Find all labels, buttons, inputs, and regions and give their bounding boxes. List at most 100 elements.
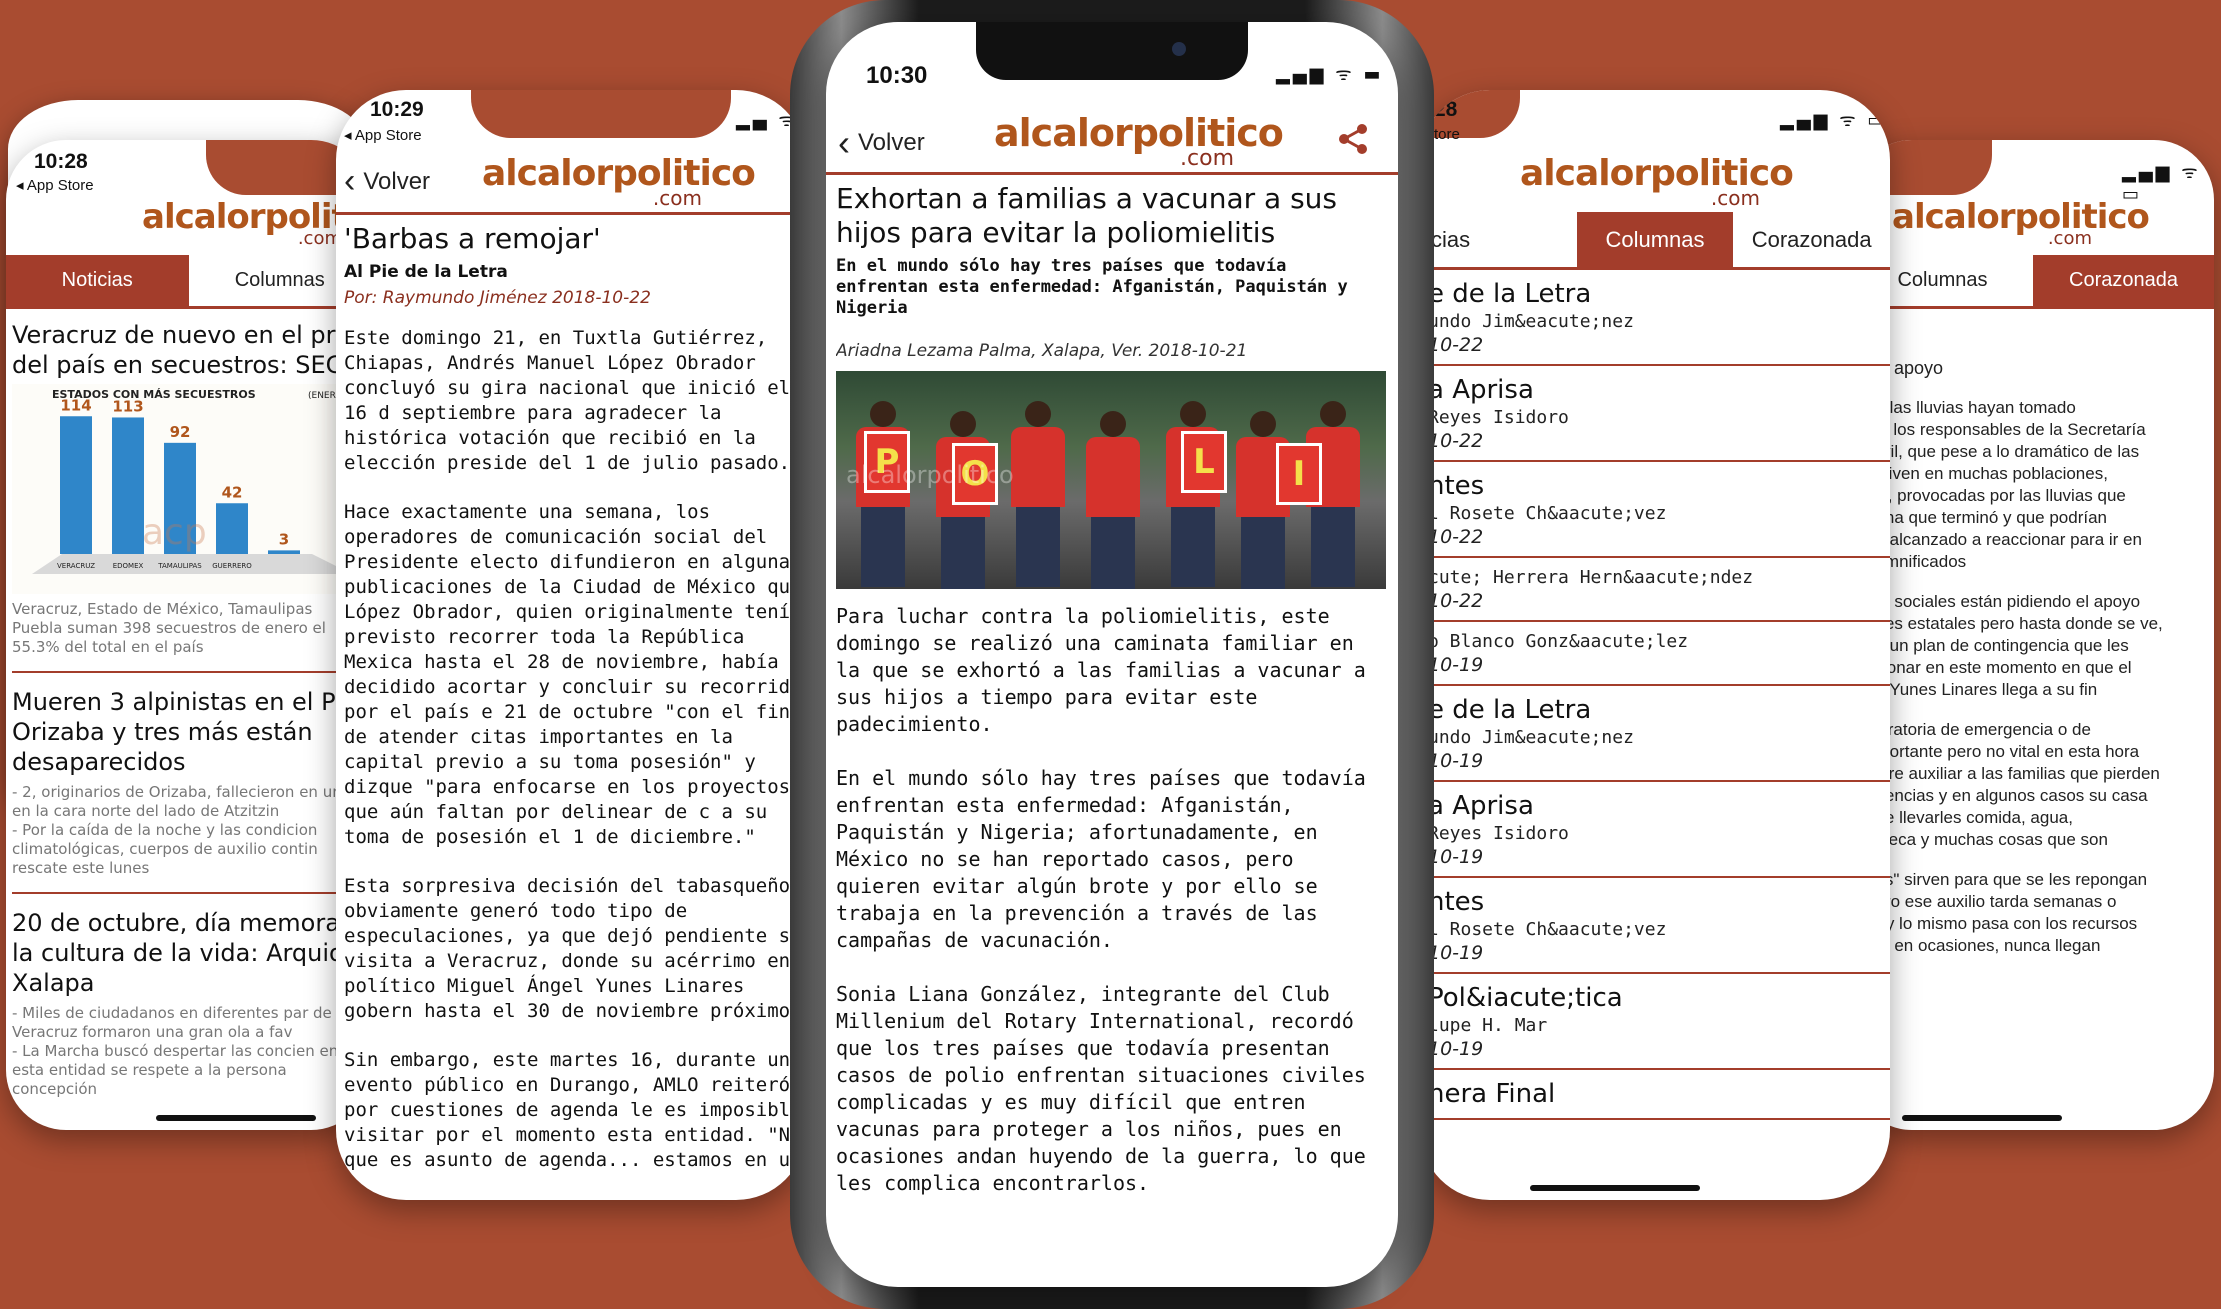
header-divider [826,172,1398,175]
status-time: 10:30 [866,62,928,89]
share-icon[interactable] [1336,122,1370,156]
column-title: a Aprisa [1428,375,1534,405]
news-desc: - 2, originarios de Orizaba, fallecieron… [12,783,342,877]
paragraph: En el mundo sólo hay tres países que tod… [836,766,1366,952]
phone-3-screen: 10:30 ▂▄▆ ᯤ ▬ ‹ Volver alcalorpolitico .… [826,22,1398,1287]
divider [12,671,342,673]
notch [976,22,1248,80]
column-row[interactable]: cute; Herrera Hern&aacute;ndez 10-22 [1428,558,1890,622]
phone-5-screen: ▂▄▆ ᯤ ▭ alcalorpolitico .com Columnas Co… [1852,140,2214,1130]
phone-2-screen: 10:29 ◂ App Store ▂▄ ᯤ ‹ Volver alcalorp… [336,90,806,1200]
paragraph: Este domingo 21, en Tuxtla Gutiérrez, Ch… [344,327,791,474]
chart-category-label: EDOMEX [113,562,144,570]
column-article: 21 sin apoyo ue las lluvias hayan tomado… [1866,320,2206,1110]
news-list: Veracruz de nuevo en el pri del país en … [12,320,342,1110]
home-indicator [1530,1185,1700,1191]
news-title[interactable]: Veracruz de nuevo en el pri del país en … [12,320,342,380]
article-byline: Por: Raymundo Jiménez 2018-10-22 [344,288,651,308]
back-button[interactable]: ‹ Volver [838,122,925,164]
paragraph: Esta sorpresiva decisión del tabasqueño … [344,875,806,1022]
chart-category-label: GUERRERO [212,562,252,570]
status-icons: ▂▄▆ ᯤ ▬ [1276,64,1384,85]
column-date: 10-19 [1428,750,1484,772]
tab-columnas[interactable]: Columnas [1576,212,1734,270]
tab-noticias[interactable]: ticias [1420,212,1577,270]
tab-corazonada[interactable]: Corazonada [1733,212,1890,270]
photo-person [1166,401,1220,589]
chart-category-label: TAMAULIPAS [157,562,202,570]
app-logo: alcalorpolitico .com [142,197,371,249]
column-title: ntes [1428,887,1485,917]
column-author: undo Jim&eacute;nez [1428,311,1634,332]
paragraph: Hace exactamente una semana, los operado… [344,501,802,848]
header-divider [336,212,806,215]
column-title: e de la Letra [1428,695,1592,725]
chart-bar [268,550,300,554]
column-title: ntes [1428,471,1485,501]
back-to-app-store[interactable]: ◂ App Store [16,176,94,194]
status-icons: ▂▄ ᯤ [736,110,798,131]
column-author: Reyes Isidoro [1428,823,1569,844]
chart-bar [112,417,144,554]
tab-corazonada[interactable]: Corazonada [2033,255,2214,309]
chart-data-label: 113 [112,397,143,415]
photo-sign: L [1181,431,1227,493]
news-title[interactable]: Mueren 3 alpinistas en el Pi Orizaba y t… [12,687,342,777]
column-date: 10-19 [1428,846,1484,868]
paragraph: ue las lluvias hayan tomado y a los resp… [1866,398,2146,571]
column-date: 10-19 [1428,942,1484,964]
paragraph: Sin embargo, este martes 16, durante un … [344,1049,806,1171]
status-time: 10:29 [370,98,424,121]
chevron-left-icon: ‹ [838,122,850,163]
column-row[interactable]: e de la Letra undo Jim&eacute;nez 10-19 [1428,686,1890,782]
camera-icon [1172,42,1186,56]
photo-sign: I [1276,443,1322,505]
back-label: Volver [363,167,431,195]
paragraph: claratoria de emergencia o de mportante … [1866,720,2160,849]
column-title: hera Final [1428,1079,1556,1109]
status-time: 10:28 [34,150,88,173]
kidnapping-chart: ESTADOS CON MÁS SECUESTROS (ENER 114VERA… [12,384,342,594]
column-title: e de la Letra [1428,279,1592,309]
phone-4-screen: 28 tore ▂▄▆ ᯤ ▭ alcalorpolitico .com tic… [1420,90,1890,1200]
column-date: 10-22 [1428,590,1484,612]
back-to-app-store[interactable]: ◂ App Store [344,126,422,144]
columns-list: e de la Letra undo Jim&eacute;nez 10-22 a A… [1428,270,1890,1170]
article-title: 'Barbas a remojar' [344,222,601,255]
back-button[interactable]: ‹ Volver [344,162,430,201]
column-author: l Rosete Ch&aacute;vez [1428,919,1667,940]
column-row[interactable]: Pol&iacute;tica lupe H. Mar 10-19 [1428,974,1890,1070]
column-author: Reyes Isidoro [1428,407,1569,428]
news-desc: Veracruz, Estado de México, Tamaulipas P… [12,600,326,656]
chart-data-label: 3 [279,530,289,548]
tab-noticias[interactable]: Noticias [6,255,189,309]
article-heading: sin apoyo [1866,358,1944,378]
chart-watermark: acp [142,512,207,553]
section-tabs: Columnas Corazonada [1852,255,2214,309]
chart-title-2: (ENER [308,391,336,401]
phone-1-screen: 10:28 ◂ App Store alcalorpolitico .com N… [6,140,371,1130]
article-subtitle: En el mundo sólo hay tres países que tod… [836,256,1348,318]
photo-person [1086,411,1140,589]
column-date: 10-22 [1428,526,1484,548]
divider [12,892,342,894]
column-row[interactable]: ntes l Rosete Ch&aacute;vez 10-22 [1428,462,1890,558]
article-photo: POLI alcalorpolitico [836,371,1386,589]
article-byline: Ariadna Lezama Palma, Xalapa, Ver. 2018-… [836,341,1248,361]
chart-bar [60,416,92,554]
column-row[interactable]: e de la Letra undo Jim&eacute;nez 10-22 [1428,270,1890,366]
paragraph: Para luchar contra la poliomielitis, est… [836,604,1366,736]
column-row[interactable]: hera Final [1428,1070,1890,1120]
column-date: 10-19 [1428,654,1484,676]
column-row[interactable]: ntes l Rosete Ch&aacute;vez 10-19 [1428,878,1890,974]
column-author: l Rosete Ch&aacute;vez [1428,503,1667,524]
news-title[interactable]: 20 de octubre, día memora la cultura de … [12,908,342,998]
chart-bar [216,503,248,554]
column-row[interactable]: o Blanco Gonz&aacute;lez 10-19 [1428,622,1890,686]
back-to-app-store[interactable]: tore [1434,126,1460,143]
app-logo: alcalorpolitico .com [1520,153,1794,210]
column-row[interactable]: a Aprisa Reyes Isidoro 10-22 [1428,366,1890,462]
photo-person [856,401,910,589]
article-date: 21 [1866,320,2206,346]
column-row[interactable]: a Aprisa Reyes Isidoro 10-19 [1428,782,1890,878]
